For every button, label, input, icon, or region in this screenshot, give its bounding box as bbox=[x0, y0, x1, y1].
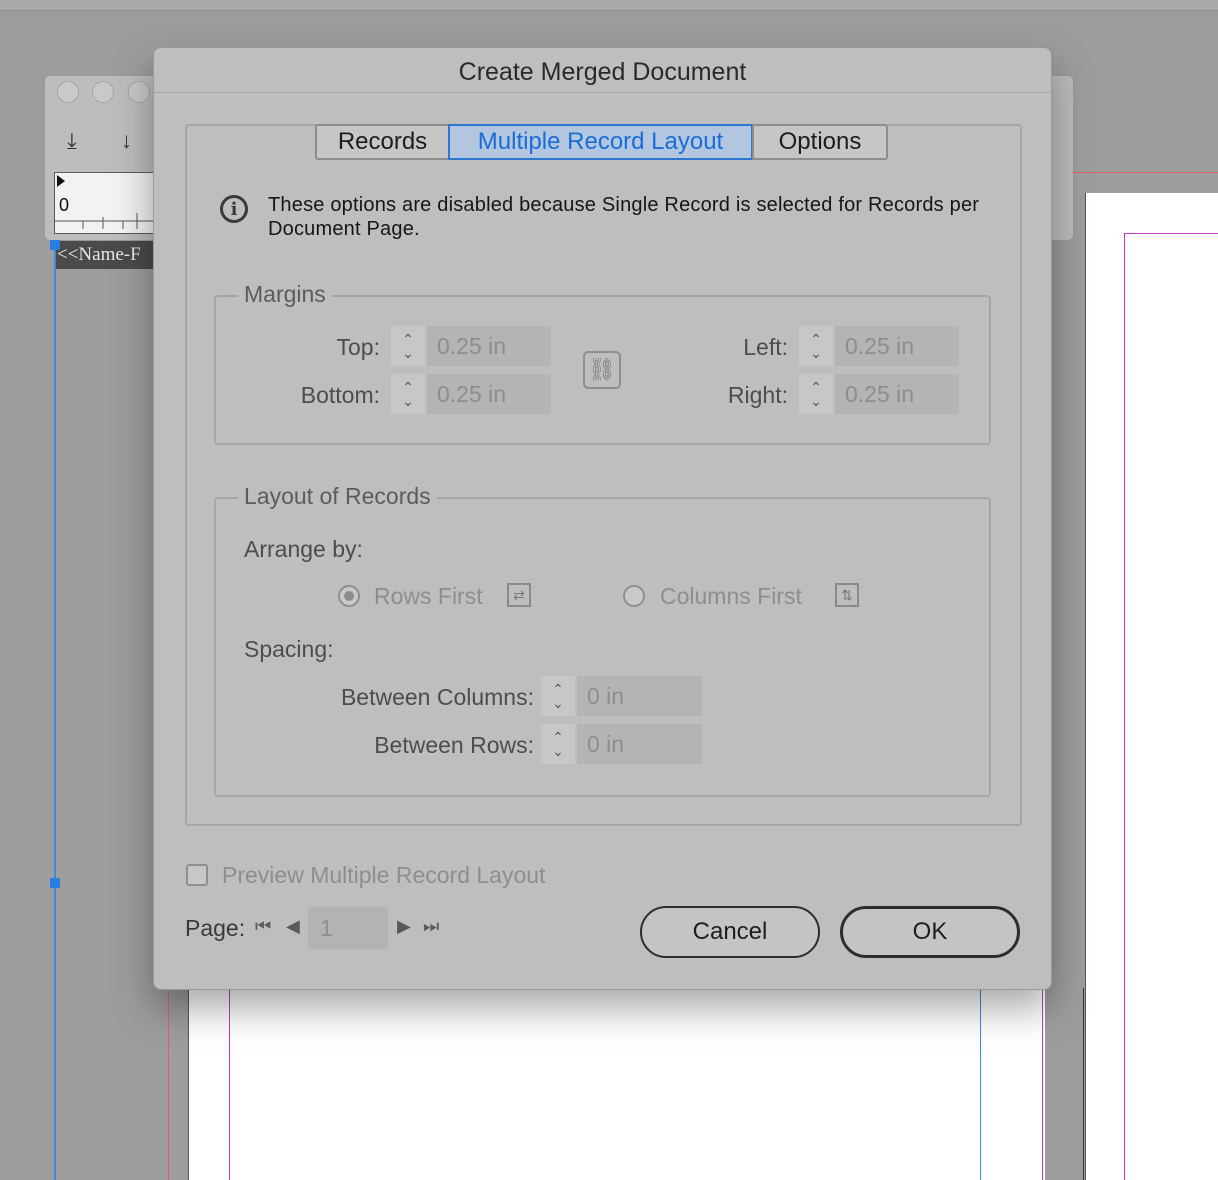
rows-first-label[interactable]: Rows First bbox=[374, 583, 483, 610]
tab-multiple-record-layout[interactable]: Multiple Record Layout bbox=[448, 124, 753, 160]
ruler-zero-label: 0 bbox=[59, 195, 70, 215]
dialog-title: Create Merged Document bbox=[458, 58, 747, 86]
margin-guide-left bbox=[229, 988, 230, 1180]
right-margin-label: Right: bbox=[727, 382, 788, 408]
close-window-icon[interactable] bbox=[57, 81, 79, 103]
columns-first-label[interactable]: Columns First bbox=[660, 583, 802, 610]
ruler-ticks bbox=[55, 175, 165, 229]
left-margin-field[interactable]: 0.25 in bbox=[835, 326, 959, 366]
tab-options[interactable]: Options bbox=[752, 124, 888, 160]
spacing-label: Spacing: bbox=[244, 636, 334, 662]
document-page bbox=[1085, 193, 1218, 1180]
between-rows-label: Between Rows: bbox=[374, 732, 534, 758]
top-margin-stepper[interactable]: ⌃ ⌄ bbox=[391, 326, 425, 366]
margins-legend: Margins bbox=[238, 281, 332, 308]
next-page-icon[interactable]: ▶ bbox=[397, 916, 411, 937]
between-rows-stepper[interactable]: ⌃ ⌄ bbox=[541, 724, 575, 764]
document-page-lower bbox=[188, 988, 1045, 1180]
preview-checkbox[interactable] bbox=[186, 864, 208, 886]
bottom-margin-field[interactable]: 0.25 in bbox=[427, 374, 551, 414]
tab-ruler[interactable] bbox=[54, 172, 166, 234]
column-guide bbox=[980, 988, 981, 1180]
page-number-field[interactable]: 1 bbox=[308, 907, 388, 949]
bottom-margin-label: Bottom: bbox=[300, 382, 380, 408]
bleed-guide-left bbox=[168, 988, 169, 1180]
top-margin-label: Top: bbox=[336, 334, 380, 360]
tab-records[interactable]: Records bbox=[315, 124, 450, 160]
margin-guide-vertical bbox=[1124, 233, 1125, 1180]
radio-selected-dot bbox=[344, 591, 354, 601]
rows-first-radio[interactable] bbox=[338, 585, 360, 607]
title-separator bbox=[154, 92, 1051, 93]
preview-checkbox-label[interactable]: Preview Multiple Record Layout bbox=[222, 862, 545, 889]
columns-first-icon: ⇅ bbox=[835, 583, 859, 607]
cancel-button[interactable]: Cancel bbox=[640, 906, 820, 958]
arrange-by-label: Arrange by: bbox=[244, 536, 363, 562]
frame-handle-middle[interactable] bbox=[50, 878, 60, 888]
columns-first-radio[interactable] bbox=[623, 585, 645, 607]
disabled-options-message: These options are disabled because Singl… bbox=[268, 194, 980, 240]
top-margin-field[interactable]: 0.25 in bbox=[427, 326, 551, 366]
bottom-margin-stepper[interactable]: ⌃ ⌄ bbox=[391, 374, 425, 414]
left-margin-label: Left: bbox=[743, 334, 788, 360]
menu-bar-strip bbox=[0, 0, 1218, 11]
previous-page-icon[interactable]: ◀ bbox=[286, 916, 300, 937]
right-margin-stepper[interactable]: ⌃ ⌄ bbox=[799, 374, 833, 414]
page-label: Page: bbox=[185, 915, 246, 941]
frame-edge-guide bbox=[54, 244, 56, 1180]
chain-link-icon[interactable]: ⛓ bbox=[583, 351, 621, 389]
between-columns-stepper[interactable]: ⌃ ⌄ bbox=[541, 676, 575, 716]
margin-guide-right bbox=[1042, 988, 1043, 1180]
between-columns-field[interactable]: 0 in bbox=[577, 676, 702, 716]
center-tab-stop-icon[interactable]: ↓ bbox=[121, 128, 132, 154]
text-frame-placeholder[interactable]: <<Name-F bbox=[54, 241, 167, 269]
last-page-icon[interactable]: ⏭ bbox=[423, 916, 439, 937]
layout-of-records-legend: Layout of Records bbox=[238, 483, 437, 510]
right-margin-field[interactable]: 0.25 in bbox=[835, 374, 959, 414]
left-margin-stepper[interactable]: ⌃ ⌄ bbox=[799, 326, 833, 366]
minimize-window-icon[interactable] bbox=[92, 81, 114, 103]
ok-button[interactable]: OK bbox=[840, 906, 1020, 958]
create-merged-document-dialog: Create Merged Document Records Multiple … bbox=[153, 47, 1052, 990]
bleed-guide bbox=[1072, 172, 1218, 173]
between-columns-label: Between Columns: bbox=[340, 684, 534, 710]
between-rows-field[interactable]: 0 in bbox=[577, 724, 702, 764]
page-edge bbox=[1083, 988, 1084, 1180]
left-tab-stop-icon[interactable]: ⤓ bbox=[67, 128, 77, 154]
frame-handle-top[interactable] bbox=[50, 240, 60, 250]
info-icon: i bbox=[220, 195, 248, 223]
first-page-icon[interactable]: ⏮ bbox=[255, 916, 271, 937]
rows-first-icon: ⇄ bbox=[507, 583, 531, 607]
margin-guide-horizontal bbox=[1124, 233, 1218, 234]
zoom-window-icon[interactable] bbox=[128, 81, 150, 103]
